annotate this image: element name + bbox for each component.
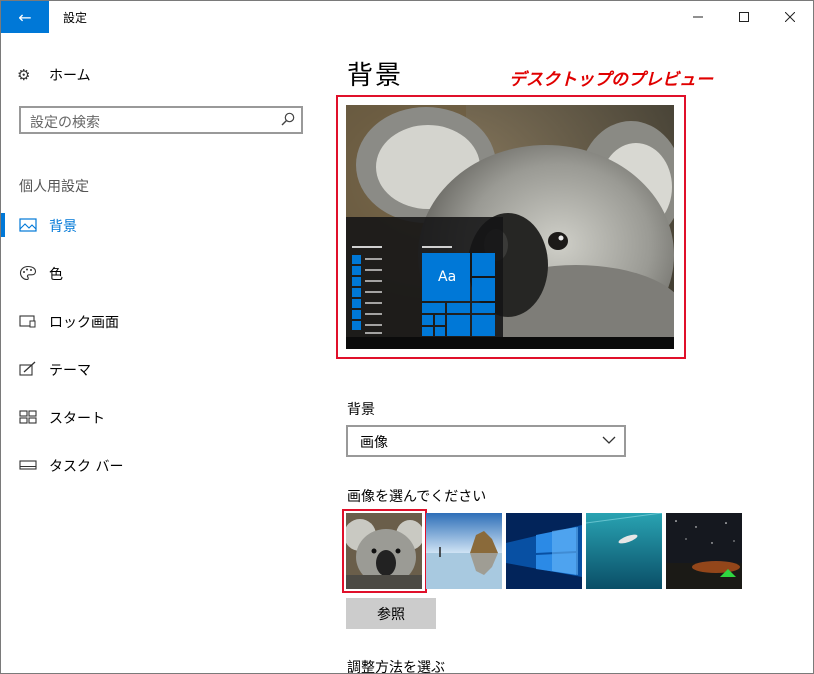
choose-fit-label: 調整方法を選ぶ — [347, 660, 445, 674]
page-title: 背景 — [347, 61, 404, 91]
picture-icon — [19, 218, 37, 232]
sidebar-item-label: テーマ — [49, 363, 91, 379]
sidebar-item-label: ロック画面 — [49, 315, 119, 331]
starry-night-thumbnail — [666, 513, 742, 589]
sidebar-item-start[interactable]: スタート — [1, 397, 323, 437]
background-label: 背景 — [347, 402, 375, 418]
sidebar-item-theme[interactable]: テーマ — [1, 349, 323, 389]
theme-icon — [19, 361, 36, 376]
thumbnail-starry-night[interactable] — [666, 513, 742, 589]
search-icon — [281, 112, 295, 126]
start-menu-tiles — [352, 246, 495, 336]
dropdown-value: 画像 — [360, 435, 388, 451]
maximize-button[interactable] — [721, 1, 767, 33]
sidebar-item-color[interactable]: 色 — [1, 253, 323, 293]
settings-window: ← 設定 ⚙ ホーム 設定の検索 個人用設定 背景 色 ロック画面 テーマ スタ… — [0, 0, 814, 674]
main-panel: 背景 デスクトップのプレビュー Aa 背景 画像 画像を選んでください 参照 調… — [323, 33, 813, 673]
underwater-thumbnail — [586, 513, 662, 589]
sidebar-item-label: 背景 — [49, 219, 77, 235]
sidebar-item-lock-screen[interactable]: ロック画面 — [1, 301, 323, 341]
sidebar-item-background[interactable]: 背景 — [1, 205, 323, 245]
lock-screen-icon — [19, 315, 36, 328]
beach-thumbnail — [426, 513, 502, 589]
search-placeholder: 設定の検索 — [30, 115, 100, 131]
maximize-icon — [739, 12, 749, 22]
thumbnail-koala[interactable] — [346, 513, 422, 589]
selection-indicator — [1, 213, 5, 237]
taskbar-icon — [19, 460, 37, 470]
browse-button[interactable]: 参照 — [346, 598, 436, 629]
thumbnail-beach-rocks[interactable] — [426, 513, 502, 589]
minimize-icon — [693, 16, 703, 18]
sidebar: ⚙ ホーム 設定の検索 個人用設定 背景 色 ロック画面 テーマ スタート タス… — [1, 33, 323, 673]
app-title: 設定 — [63, 11, 88, 25]
desktop-preview: Aa — [346, 105, 674, 349]
sidebar-item-taskbar[interactable]: タスク バー — [1, 445, 323, 485]
close-button[interactable] — [767, 1, 813, 33]
preview-tile-text: Aa — [438, 269, 457, 285]
back-arrow-icon: ← — [18, 7, 32, 27]
start-icon — [19, 410, 37, 424]
home-link[interactable]: ⚙ ホーム — [17, 65, 91, 85]
windows-light-thumbnail — [506, 513, 582, 589]
sidebar-item-label: 色 — [49, 267, 63, 283]
section-header: 個人用設定 — [19, 179, 89, 195]
home-label: ホーム — [49, 68, 91, 84]
chevron-down-icon — [602, 436, 616, 444]
gear-icon: ⚙ — [17, 66, 31, 84]
minimize-button[interactable] — [675, 1, 721, 33]
preview-annotation: デスクトップのプレビュー — [509, 70, 713, 90]
sidebar-item-label: タスク バー — [49, 459, 124, 475]
start-menu-preview: Aa — [346, 217, 503, 337]
title-bar: ← 設定 — [1, 1, 813, 33]
search-input[interactable]: 設定の検索 — [19, 106, 303, 134]
sidebar-item-label: スタート — [49, 411, 105, 427]
background-type-dropdown[interactable]: 画像 — [346, 425, 626, 457]
close-icon — [785, 12, 795, 22]
koala-thumbnail — [346, 513, 422, 589]
palette-icon — [19, 265, 37, 281]
thumbnail-underwater[interactable] — [586, 513, 662, 589]
back-button[interactable]: ← — [1, 1, 49, 33]
choose-picture-label: 画像を選んでください — [347, 489, 487, 505]
thumbnail-windows-light[interactable] — [506, 513, 582, 589]
taskbar-preview — [346, 337, 674, 349]
